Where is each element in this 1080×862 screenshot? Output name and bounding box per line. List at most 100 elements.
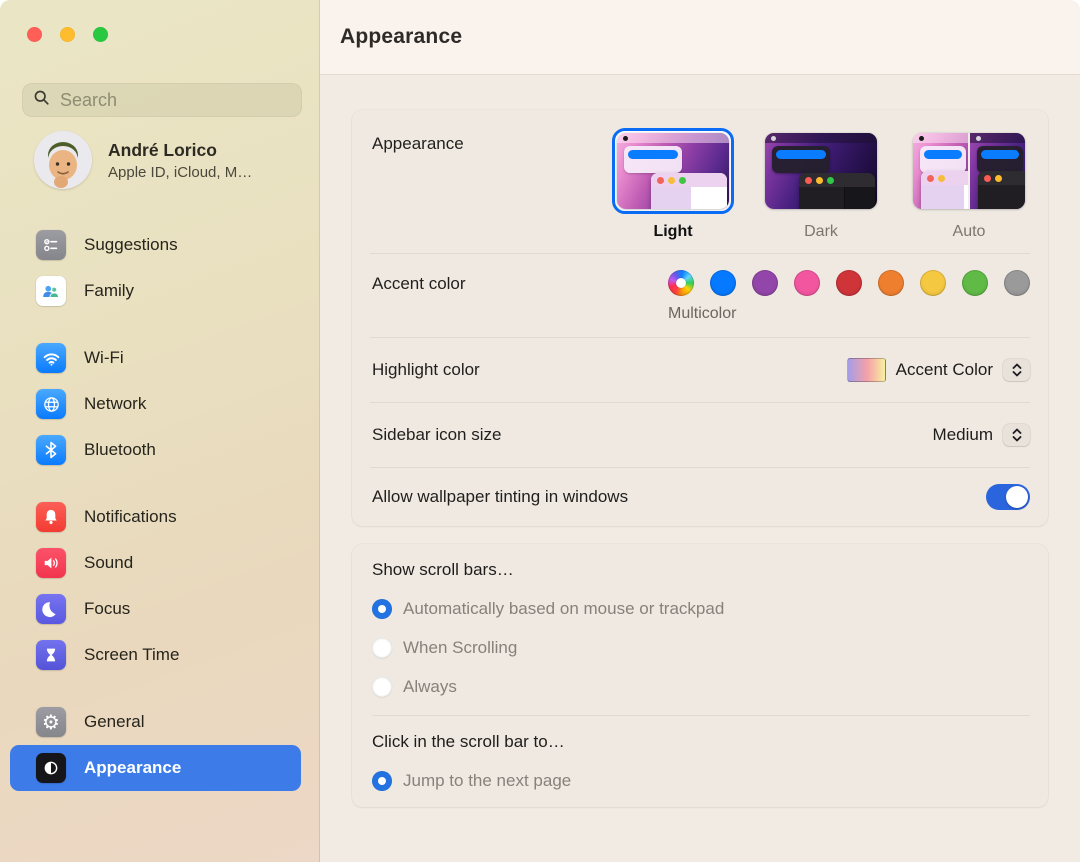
highlight-color-label: Highlight color bbox=[372, 360, 480, 380]
toggle-knob bbox=[1006, 486, 1028, 508]
accent-dot-yellow[interactable] bbox=[920, 270, 946, 296]
radio-button[interactable] bbox=[372, 771, 392, 791]
search-input[interactable] bbox=[58, 89, 291, 112]
accent-selected-caption: Multicolor bbox=[668, 305, 1030, 323]
sidebar: André Lorico Apple ID, iCloud, M… Sugges… bbox=[0, 0, 320, 862]
sidebar-item-label: Network bbox=[84, 394, 146, 414]
system-settings-window: André Lorico Apple ID, iCloud, M… Sugges… bbox=[0, 0, 1080, 862]
pane-content: Appearance bbox=[320, 75, 1080, 862]
wallpaper-tinting-row: Allow wallpaper tinting in windows bbox=[352, 468, 1048, 526]
radio-label: Automatically based on mouse or trackpad bbox=[403, 599, 724, 619]
sidebar-item-label: Sound bbox=[84, 553, 133, 573]
sidebar-nav: Suggestions Family Wi-Fi bbox=[10, 222, 301, 812]
hourglass-icon bbox=[36, 640, 66, 670]
appearance-settings-card: Appearance bbox=[352, 110, 1048, 526]
appearance-option-light[interactable]: Light bbox=[612, 128, 734, 241]
memoji-avatar bbox=[34, 131, 92, 189]
appearance-mode-options: Light bbox=[612, 128, 1030, 241]
main-pane: Appearance Appearance bbox=[320, 0, 1080, 862]
pane-header: Appearance bbox=[320, 0, 1080, 75]
sidebar-item-notifications[interactable]: Notifications bbox=[10, 494, 301, 540]
suggestions-icon bbox=[36, 230, 66, 260]
scroll-click-title: Click in the scroll bar to… bbox=[372, 732, 1030, 752]
radio-label: Jump to the next page bbox=[403, 771, 571, 791]
auto-option-label: Auto bbox=[953, 223, 986, 241]
light-thumbnail-frame bbox=[612, 128, 734, 214]
search-icon bbox=[33, 89, 50, 111]
accent-color-row: Accent color bbox=[352, 254, 1048, 337]
accent-dot-purple[interactable] bbox=[752, 270, 778, 296]
radio-label: When Scrolling bbox=[403, 638, 517, 658]
radio-button[interactable] bbox=[372, 638, 392, 658]
light-thumbnail bbox=[617, 133, 729, 209]
wallpaper-tinting-toggle[interactable] bbox=[986, 484, 1030, 510]
search-field[interactable] bbox=[22, 83, 302, 117]
sidebar-icon-size-row: Sidebar icon size Medium bbox=[352, 403, 1048, 467]
accent-dot-red[interactable] bbox=[836, 270, 862, 296]
dark-option-label: Dark bbox=[804, 223, 838, 241]
sidebar-item-label: Focus bbox=[84, 599, 130, 619]
wallpaper-tinting-label: Allow wallpaper tinting in windows bbox=[372, 487, 628, 507]
highlight-color-value: Accent Color bbox=[896, 360, 993, 380]
sidebar-item-family[interactable]: Family bbox=[10, 268, 301, 314]
globe-icon bbox=[36, 389, 66, 419]
highlight-color-stepper[interactable] bbox=[1003, 359, 1030, 381]
appearance-row-label: Appearance bbox=[372, 134, 464, 154]
profile-name: André Lorico bbox=[108, 140, 252, 161]
window-controls bbox=[0, 0, 319, 42]
sidebar-icon-size-stepper[interactable] bbox=[1003, 424, 1030, 446]
sidebar-item-screen-time[interactable]: Screen Time bbox=[10, 632, 301, 678]
sidebar-item-label: Notifications bbox=[84, 507, 177, 527]
accent-dot-green[interactable] bbox=[962, 270, 988, 296]
radio-label: Always bbox=[403, 677, 457, 697]
sidebar-item-appearance[interactable]: Appearance bbox=[10, 745, 301, 791]
sidebar-item-sound[interactable]: Sound bbox=[10, 540, 301, 586]
dark-thumbnail-frame bbox=[760, 128, 882, 214]
sidebar-item-focus[interactable]: Focus bbox=[10, 586, 301, 632]
scrollbar-option-auto[interactable]: Automatically based on mouse or trackpad bbox=[372, 599, 1030, 619]
bluetooth-icon bbox=[36, 435, 66, 465]
sidebar-item-label: General bbox=[84, 712, 144, 732]
accent-dot-multicolor[interactable] bbox=[668, 270, 694, 296]
sidebar-item-label: Family bbox=[84, 281, 134, 301]
close-button[interactable] bbox=[27, 27, 42, 42]
accent-dot-pink[interactable] bbox=[794, 270, 820, 296]
accent-color-options bbox=[668, 270, 1030, 296]
zoom-button[interactable] bbox=[93, 27, 108, 42]
sidebar-item-label: Screen Time bbox=[84, 645, 179, 665]
minimize-button[interactable] bbox=[60, 27, 75, 42]
appearance-option-auto[interactable]: Auto bbox=[908, 128, 1030, 241]
accent-dot-graphite[interactable] bbox=[1004, 270, 1030, 296]
appearance-icon bbox=[36, 753, 66, 783]
sidebar-item-network[interactable]: Network bbox=[10, 381, 301, 427]
appearance-mode-row: Appearance bbox=[352, 110, 1048, 253]
radio-button[interactable] bbox=[372, 599, 392, 619]
profile-text: André Lorico Apple ID, iCloud, M… bbox=[108, 140, 252, 181]
appearance-option-dark[interactable]: Dark bbox=[760, 128, 882, 241]
wifi-icon bbox=[36, 343, 66, 373]
highlight-color-row: Highlight color Accent Color bbox=[352, 338, 1048, 402]
sidebar-item-suggestions[interactable]: Suggestions bbox=[10, 222, 301, 268]
accent-dot-orange[interactable] bbox=[878, 270, 904, 296]
highlight-color-swatch bbox=[847, 358, 886, 382]
sidebar-item-general[interactable]: ⚙ General bbox=[10, 699, 301, 745]
scrollbar-option-when-scrolling[interactable]: When Scrolling bbox=[372, 638, 1030, 658]
show-scrollbars-title: Show scroll bars… bbox=[372, 560, 1030, 580]
accent-color-label: Accent color bbox=[372, 274, 466, 294]
apple-id-profile[interactable]: André Lorico Apple ID, iCloud, M… bbox=[34, 131, 252, 189]
apple-logo-icon bbox=[771, 136, 776, 141]
sidebar-item-label: Suggestions bbox=[84, 235, 178, 255]
sidebar-item-bluetooth[interactable]: Bluetooth bbox=[10, 427, 301, 473]
sidebar-item-label: Wi-Fi bbox=[84, 348, 124, 368]
radio-button[interactable] bbox=[372, 677, 392, 697]
scroll-click-option-jump-next-page[interactable]: Jump to the next page bbox=[372, 771, 1030, 791]
light-option-label: Light bbox=[653, 223, 692, 241]
dark-thumbnail bbox=[765, 133, 877, 209]
accent-dot-blue[interactable] bbox=[710, 270, 736, 296]
scrollbar-option-always[interactable]: Always bbox=[372, 677, 1030, 697]
sidebar-icon-size-value: Medium bbox=[933, 425, 993, 445]
sidebar-item-wifi[interactable]: Wi-Fi bbox=[10, 335, 301, 381]
scrollbars-settings-card: Show scroll bars… Automatically based on… bbox=[352, 544, 1048, 807]
profile-subtitle: Apple ID, iCloud, M… bbox=[108, 164, 252, 181]
apple-logo-icon bbox=[623, 136, 628, 141]
